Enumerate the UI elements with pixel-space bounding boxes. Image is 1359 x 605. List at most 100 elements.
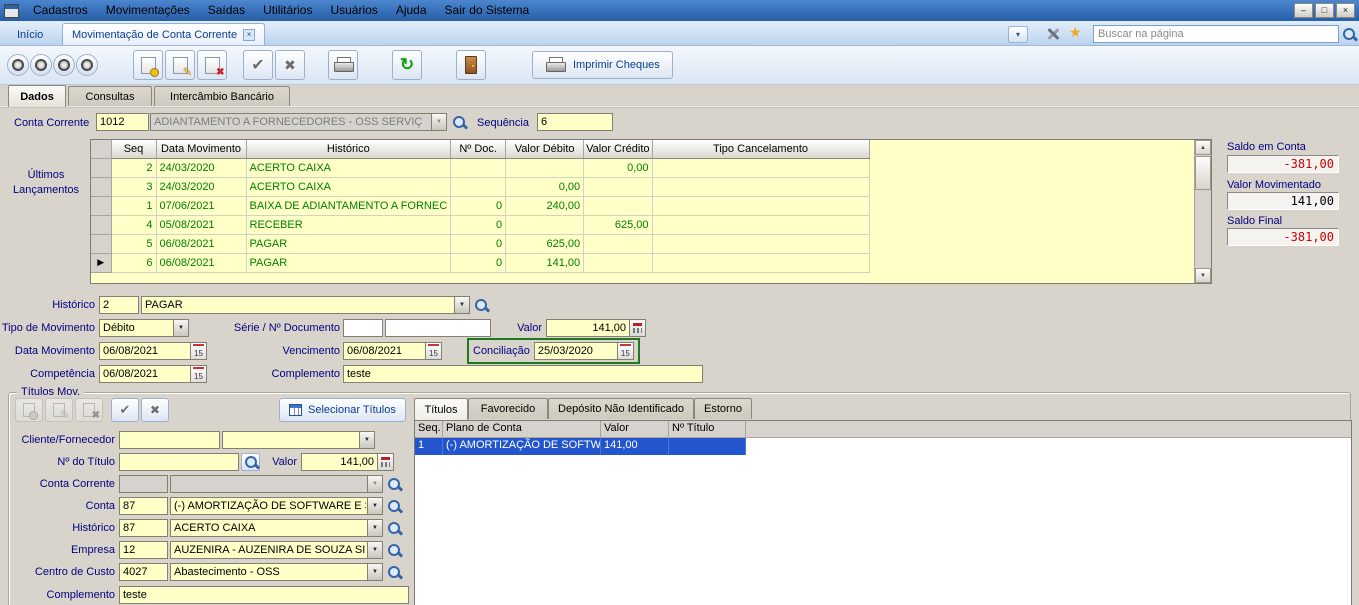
selecionar-titulos-button[interactable]: Selecionar Títulos — [279, 398, 406, 422]
chevron-down-icon[interactable]: ▼ — [173, 320, 188, 336]
titulo-valor-field[interactable]: 141,00 — [301, 453, 394, 471]
valor-field[interactable]: 141,00 — [546, 319, 646, 337]
close-tab-icon[interactable]: × — [243, 29, 255, 41]
column-header-num-doc[interactable]: Nº Doc. — [451, 140, 506, 158]
table-row[interactable]: 3 24/03/2020 ACERTO CAIXA 0,00 — [91, 177, 869, 196]
cancel-button[interactable]: ✖ — [275, 50, 305, 80]
column-header-seq[interactable]: Seq. — [415, 421, 443, 437]
nav-first-button[interactable] — [7, 54, 29, 76]
tab-titulos[interactable]: Títulos — [414, 398, 468, 420]
calendar-icon[interactable]: 15 — [190, 343, 206, 359]
vencimento-field[interactable]: 06/08/2021 15 — [343, 342, 442, 360]
refresh-button[interactable]: ↻ — [392, 50, 422, 80]
menu-ajuda[interactable]: Ajuda — [387, 0, 436, 21]
titulo-historico-code-field[interactable]: 87 — [119, 519, 168, 537]
calendar-icon[interactable]: 15 — [425, 343, 441, 359]
table-row[interactable]: 5 06/08/2021 PAGAR 0 625,00 — [91, 234, 869, 253]
menu-usuarios[interactable]: Usuários — [321, 0, 386, 21]
menu-movimentacoes[interactable]: Movimentações — [97, 0, 199, 21]
chevron-down-icon[interactable]: ▼ — [367, 520, 382, 536]
table-row-selected[interactable]: 1 (-) AMORTIZAÇÃO DE SOFTWA 141,00 — [415, 438, 746, 455]
centro-de-custo-code-field[interactable]: 4027 — [119, 563, 168, 581]
column-header-valor-debito[interactable]: Valor Débito — [506, 140, 584, 158]
calendar-icon[interactable]: 15 — [190, 366, 206, 382]
empresa-search-icon[interactable] — [387, 543, 402, 558]
cliente-fornecedor-combo[interactable]: ▼ — [222, 431, 375, 449]
print-button[interactable] — [328, 50, 358, 80]
new-record-button[interactable] — [133, 50, 163, 80]
minimize-button[interactable]: – — [1294, 3, 1313, 18]
historico-combo[interactable]: PAGAR ▼ — [141, 296, 470, 314]
tab-consultas[interactable]: Consultas — [68, 86, 152, 107]
conta-search-icon[interactable] — [387, 499, 402, 514]
tab-favorecido[interactable]: Favorecido — [468, 398, 548, 419]
nav-last-button[interactable] — [76, 54, 98, 76]
maximize-button[interactable]: □ — [1315, 3, 1334, 18]
chevron-down-icon[interactable]: ▼ — [367, 542, 382, 558]
column-header-valor-credito[interactable]: Valor Crédito — [584, 140, 652, 158]
sequencia-field[interactable]: 6 — [537, 113, 613, 131]
exit-button[interactable] — [456, 50, 486, 80]
favorites-star-icon[interactable]: ★ — [1069, 24, 1082, 41]
confirm-button[interactable]: ✔ — [243, 50, 273, 80]
menu-sair-do-sistema[interactable]: Sair do Sistema — [436, 0, 539, 21]
conta-corrente-combo[interactable]: ADIANTAMENTO A FORNECEDORES - OSS SERVIÇ… — [150, 113, 447, 131]
historico-search-icon[interactable] — [387, 521, 402, 536]
chevron-down-icon[interactable]: ▼ — [367, 564, 382, 580]
calendar-icon[interactable]: 15 — [617, 343, 633, 359]
titulo-confirm-button[interactable]: ✔ — [111, 398, 139, 422]
table-row-current[interactable]: ▶ 6 06/08/2021 PAGAR 0 141,00 — [91, 253, 869, 272]
column-header-seq[interactable]: Seq — [111, 140, 156, 158]
scrollbar-thumb[interactable] — [1195, 156, 1211, 190]
table-row[interactable]: 1 07/06/2021 BAIXA DE ADIANTAMENTO A FOR… — [91, 196, 869, 215]
tab-intercambio-bancario[interactable]: Intercâmbio Bancário — [154, 86, 290, 107]
column-header-num-titulo[interactable]: Nº Título — [669, 421, 746, 437]
tab-movimentacao-conta-corrente[interactable]: Movimentação de Conta Corrente × — [62, 23, 265, 45]
tab-estorno[interactable]: Estorno — [694, 398, 752, 419]
nav-next-button[interactable] — [53, 54, 75, 76]
historico-code-field[interactable]: 2 — [99, 296, 139, 314]
calculator-icon[interactable] — [377, 454, 393, 470]
centro-de-custo-search-icon[interactable] — [387, 565, 402, 580]
conta-corrente-code-field[interactable]: 1012 — [96, 113, 149, 131]
chevron-down-icon[interactable]: ▼ — [431, 114, 446, 130]
titulo-complemento-field[interactable]: teste — [119, 586, 409, 604]
column-header-historico[interactable]: Histórico — [246, 140, 451, 158]
column-header-data-movimento[interactable]: Data Movimento — [156, 140, 246, 158]
historico-search-icon[interactable] — [474, 298, 489, 313]
menu-cadastros[interactable]: Cadastros — [24, 0, 97, 21]
edit-record-button[interactable]: ✎ — [165, 50, 195, 80]
search-icon[interactable] — [1342, 27, 1357, 42]
table-row[interactable]: 2 24/03/2020 ACERTO CAIXA 0,00 — [91, 158, 869, 177]
tab-inicio[interactable]: Início — [8, 24, 52, 45]
scroll-down-icon[interactable]: ▼ — [1195, 268, 1211, 283]
chevron-down-icon[interactable]: ▼ — [454, 297, 469, 313]
delete-record-button[interactable]: ✖ — [197, 50, 227, 80]
titulo-cancel-button[interactable]: ✖ — [141, 398, 169, 422]
chevron-down-icon[interactable]: ▼ — [359, 432, 374, 448]
complemento-field[interactable]: teste — [343, 365, 703, 383]
conta-corrente-search-icon[interactable] — [387, 477, 402, 492]
chevron-down-icon[interactable]: ▼ — [367, 498, 382, 514]
conta-combo[interactable]: (-) AMORTIZAÇÃO DE SOFTWARE E S ▼ — [170, 497, 383, 515]
serie-field[interactable] — [343, 319, 383, 337]
nav-prior-button[interactable] — [30, 54, 52, 76]
empresa-code-field[interactable]: 12 — [119, 541, 168, 559]
search-input[interactable] — [1093, 25, 1339, 43]
tab-deposito-nao-identificado[interactable]: Depósito Não Identificado — [548, 398, 694, 419]
centro-de-custo-combo[interactable]: Abastecimento - OSS ▼ — [170, 563, 383, 581]
conta-code-field[interactable]: 87 — [119, 497, 168, 515]
table-row[interactable]: 4 05/08/2021 RECEBER 0 625,00 — [91, 215, 869, 234]
scroll-up-icon[interactable]: ▲ — [1195, 140, 1211, 155]
tab-dados[interactable]: Dados — [8, 85, 66, 107]
column-header-plano-de-conta[interactable]: Plano de Conta — [443, 421, 601, 437]
vertical-scrollbar[interactable]: ▲ ▼ — [1194, 140, 1211, 283]
competencia-field[interactable]: 06/08/2021 15 — [99, 365, 207, 383]
calculator-icon[interactable] — [629, 320, 645, 336]
column-header-valor[interactable]: Valor — [601, 421, 669, 437]
tools-icon[interactable] — [1045, 26, 1061, 42]
empresa-combo[interactable]: AUZENIRA - AUZENIRA DE SOUZA SILV ▼ — [170, 541, 383, 559]
conta-corrente-search-icon[interactable] — [452, 115, 467, 130]
column-header-tipo-cancelamento[interactable]: Tipo Cancelamento — [652, 140, 869, 158]
app-icon[interactable] — [4, 4, 19, 18]
